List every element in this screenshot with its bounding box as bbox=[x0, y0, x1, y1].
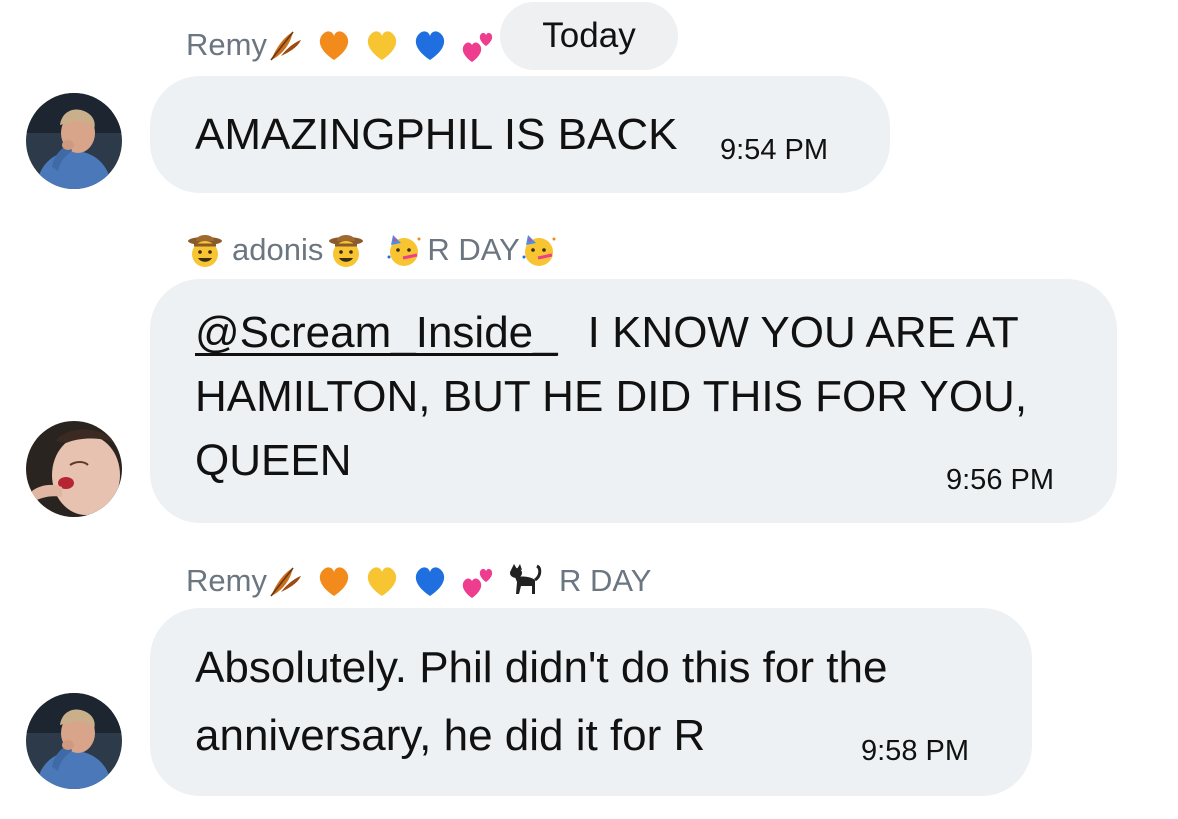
cowboy-face-icon bbox=[188, 235, 222, 267]
message-timestamp: 9:54 PM bbox=[720, 134, 828, 166]
avatar-adonis[interactable] bbox=[26, 421, 122, 517]
message-bubble[interactable]: AMAZINGPHIL IS BACK 9:54 PM bbox=[150, 76, 890, 193]
orange-heart-icon bbox=[319, 567, 349, 596]
message-bubble[interactable]: Absolutely. Phil didn't do this for the … bbox=[150, 608, 1032, 796]
message-text-line: anniversary, he did it for R bbox=[195, 711, 706, 760]
sender-name: Remy bbox=[186, 27, 267, 62]
sender-name: adonis bbox=[232, 232, 324, 267]
leaf-icon bbox=[270, 31, 301, 61]
black-cat-icon bbox=[509, 564, 542, 594]
message-text: @Scream_Inside_ I KNOW YOU ARE AT bbox=[195, 301, 1019, 365]
date-divider: Today bbox=[500, 2, 678, 70]
blue-heart-icon bbox=[415, 567, 445, 596]
message-text-line: HAMILTON, BUT HE DID THIS FOR YOU, bbox=[195, 372, 1028, 421]
sender-name-row[interactable]: adonis R DAY bbox=[186, 231, 558, 269]
avatar-image bbox=[26, 93, 122, 189]
avatar-image bbox=[26, 693, 122, 789]
sender-name: Remy bbox=[186, 563, 267, 598]
avatar-image bbox=[26, 421, 122, 517]
two-hearts-icon bbox=[462, 32, 493, 62]
cowboy-face-icon bbox=[329, 235, 364, 267]
message-timestamp: 9:58 PM bbox=[861, 735, 969, 767]
avatar-remy[interactable] bbox=[26, 93, 122, 189]
sender-decorations bbox=[267, 26, 497, 64]
message-text: AMAZINGPHIL IS BACK bbox=[195, 110, 678, 159]
leaf-icon bbox=[270, 567, 301, 597]
orange-heart-icon bbox=[319, 31, 349, 60]
message-bubble[interactable]: @Scream_Inside_ I KNOW YOU ARE AT HAMILTO… bbox=[150, 279, 1117, 523]
message-text-line: QUEEN bbox=[195, 436, 352, 485]
avatar-remy[interactable] bbox=[26, 693, 122, 789]
message-timestamp: 9:56 PM bbox=[946, 464, 1054, 496]
two-hearts-icon bbox=[462, 568, 493, 598]
sender-status: R DAY bbox=[427, 232, 520, 267]
yellow-heart-icon bbox=[367, 567, 397, 596]
sender-name-row[interactable]: Remy bbox=[186, 26, 497, 64]
party-face-icon bbox=[387, 235, 421, 266]
mention-link[interactable]: @Scream_Inside_ bbox=[195, 308, 558, 357]
party-face-icon bbox=[522, 235, 556, 266]
sender-status: R DAY bbox=[558, 563, 652, 598]
blue-heart-icon bbox=[415, 31, 445, 60]
sender-decorations bbox=[267, 562, 543, 600]
message-text-line: I KNOW YOU ARE AT bbox=[587, 308, 1019, 357]
sender-name-row[interactable]: Remy R DAY bbox=[186, 562, 651, 600]
yellow-heart-icon bbox=[367, 31, 397, 60]
message-text-line: Absolutely. Phil didn't do this for the bbox=[195, 643, 888, 692]
